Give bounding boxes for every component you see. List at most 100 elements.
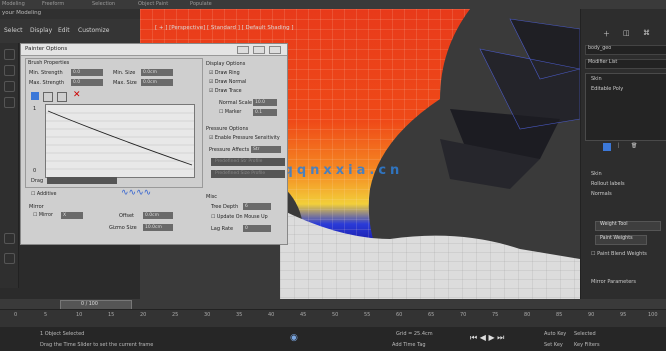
draw-trace-label: Draw Trace: [214, 89, 242, 94]
draw-ring-checkbox[interactable]: ☑ Draw Ring: [209, 71, 240, 76]
menu-display[interactable]: Display: [30, 27, 52, 34]
maximize-icon[interactable]: [253, 46, 265, 54]
tick-label: 10: [76, 312, 83, 318]
close-icon[interactable]: [269, 46, 281, 54]
lag-rate-field[interactable]: 0: [243, 225, 271, 232]
hierarchy-tab-icon[interactable]: ⌘: [643, 29, 650, 37]
viewport-label[interactable]: [ + ] [Perspective] [ Standard ] [ Defau…: [155, 25, 294, 31]
max-strength-label: Max. Strength: [29, 80, 65, 86]
key-filters-button[interactable]: Key Filters: [574, 342, 600, 348]
min-strength-label: Min. Strength: [29, 70, 63, 76]
draw-trace-checkbox[interactable]: ☑ Draw Trace: [209, 89, 242, 94]
enable-pressure-checkbox[interactable]: ☑ Enable Pressure Sensitivity: [209, 136, 280, 141]
paint-blend-weights-checkbox[interactable]: ☐ Paint Blend Weights: [591, 251, 647, 257]
playback-icon[interactable]: ◉: [290, 333, 298, 343]
mirror-checkbox[interactable]: ☐ Mirror: [33, 213, 53, 218]
menu-edit[interactable]: Edit: [58, 27, 70, 34]
tick-label: 50: [332, 312, 339, 318]
menu-customize[interactable]: Customize: [78, 27, 110, 34]
rotate-tool-icon[interactable]: [4, 81, 15, 92]
tick-label: 20: [140, 312, 147, 318]
brush-properties-label: Brush Properties: [28, 60, 70, 66]
show-end-result-icon[interactable]: ⏐: [617, 143, 620, 149]
max-size-field[interactable]: 0.0cm: [141, 79, 173, 86]
max-strength-field[interactable]: 0.0: [71, 79, 103, 86]
selection-status: 1 Object Selected: [40, 331, 85, 337]
curve-delete-icon[interactable]: ✕: [73, 90, 81, 100]
prompt-hint: Drag the Time Slider to set the current …: [40, 342, 154, 348]
min-strength-field[interactable]: 0.0: [71, 69, 103, 76]
grid-tool-icon[interactable]: [4, 233, 15, 244]
remove-modifier-icon[interactable]: 🗑: [631, 143, 637, 149]
set-key-button[interactable]: Set Key: [544, 342, 563, 348]
auto-key-button[interactable]: Auto Key: [544, 331, 566, 337]
paint-weights-button[interactable]: Paint Weights: [595, 235, 647, 245]
offset-field[interactable]: 0.0cm: [143, 212, 173, 219]
curve-select-icon[interactable]: [31, 92, 39, 100]
move-tool-icon[interactable]: [4, 65, 15, 76]
weight-tool-label: Weight Tool: [600, 222, 628, 227]
scale-tool-icon[interactable]: [4, 97, 15, 108]
tick-label: 30: [204, 312, 211, 318]
ribbon-tab-object-paint[interactable]: Object Paint: [138, 1, 168, 7]
select-tool-icon[interactable]: [4, 49, 15, 60]
predefined-str-profile-button[interactable]: Predefined Str Profile: [211, 158, 285, 166]
paint-blend-label: Paint Blend Weights: [597, 251, 647, 257]
drag-slider[interactable]: [47, 177, 117, 184]
ribbon-tab-selection[interactable]: Selection: [92, 1, 115, 7]
pin-stack-icon[interactable]: [603, 143, 611, 151]
update-on-mouse-up-checkbox[interactable]: ☐ Update On Mouse Up: [211, 215, 268, 220]
pressure-options-label: Pressure Options: [206, 126, 249, 132]
display-options-label: Display Options: [206, 61, 246, 67]
tree-depth-field[interactable]: 6: [243, 203, 271, 210]
param-normals: Normals: [591, 191, 612, 197]
modifier-list-dropdown[interactable]: Modifier List: [585, 59, 666, 69]
mirror-axis-select[interactable]: X: [61, 212, 83, 219]
draw-normal-label: Draw Normal: [214, 80, 247, 85]
menu-select[interactable]: Select: [4, 27, 23, 34]
pressure-affects-select[interactable]: Str: [251, 146, 281, 153]
dialog-titlebar[interactable]: Painter Options: [21, 44, 287, 56]
stack-item-skin[interactable]: Skin: [591, 76, 602, 82]
create-tab-icon[interactable]: ＋: [603, 29, 610, 39]
object-name-field[interactable]: body_geo: [585, 45, 666, 55]
ribbon-tab-populate[interactable]: Populate: [190, 1, 212, 7]
min-size-field[interactable]: 0.0cm: [141, 69, 173, 76]
param-rollouts: Rollout labels: [591, 181, 625, 187]
marker-field[interactable]: 0.1: [253, 109, 277, 116]
drag-label: Drag: [31, 178, 44, 184]
gizmo-size-field[interactable]: 10.0cm: [143, 224, 173, 231]
normal-scale-field[interactable]: 10.0: [253, 99, 277, 106]
weight-tool-button[interactable]: Weight Tool: [595, 221, 661, 231]
minimize-icon[interactable]: [237, 46, 249, 54]
falloff-graph[interactable]: [45, 104, 195, 178]
tick-label: 25: [172, 312, 179, 318]
brush-falloff-presets-icon[interactable]: ∿∿∿∿: [121, 188, 151, 198]
curve-insert-icon[interactable]: [57, 92, 67, 102]
tick-label: 35: [236, 312, 243, 318]
add-time-tag-button[interactable]: Add Time Tag: [392, 342, 426, 348]
marker-checkbox[interactable]: ☐ Marker: [219, 110, 241, 115]
modify-tab-icon[interactable]: ◫: [623, 29, 630, 37]
ribbon-tab-freeform[interactable]: Freeform: [42, 1, 64, 7]
ribbon-tab-modeling[interactable]: Modeling: [2, 1, 25, 7]
marker-label: Marker: [224, 110, 242, 115]
draw-normal-checkbox[interactable]: ☑ Draw Normal: [209, 80, 246, 85]
curve-move-icon[interactable]: [43, 92, 53, 102]
snap-tool-icon[interactable]: [4, 253, 15, 264]
time-slider-bar[interactable]: 0 / 100: [0, 299, 666, 310]
stack-item-editable-poly[interactable]: Editable Poly: [591, 86, 623, 92]
tick-label: 80: [524, 312, 531, 318]
painter-options-dialog: Painter Options Brush Properties Min. St…: [20, 43, 288, 245]
tick-label: 70: [460, 312, 467, 318]
mirror-group-label: Mirror: [29, 204, 44, 210]
selected-dropdown[interactable]: Selected: [574, 331, 596, 337]
graph-axis-top: 1: [33, 106, 37, 112]
play-icon[interactable]: ⏮ ◀ ▶ ⏭: [470, 333, 504, 343]
mirror-parameters-rollout[interactable]: Mirror Parameters: [591, 279, 636, 285]
additive-checkbox[interactable]: ☐ Additive: [31, 192, 56, 197]
tick-label: 40: [268, 312, 275, 318]
dialog-title: Painter Options: [25, 46, 68, 52]
predefined-size-profile-button[interactable]: Predefined Size Profile: [211, 170, 285, 178]
tick-label: 75: [492, 312, 499, 318]
